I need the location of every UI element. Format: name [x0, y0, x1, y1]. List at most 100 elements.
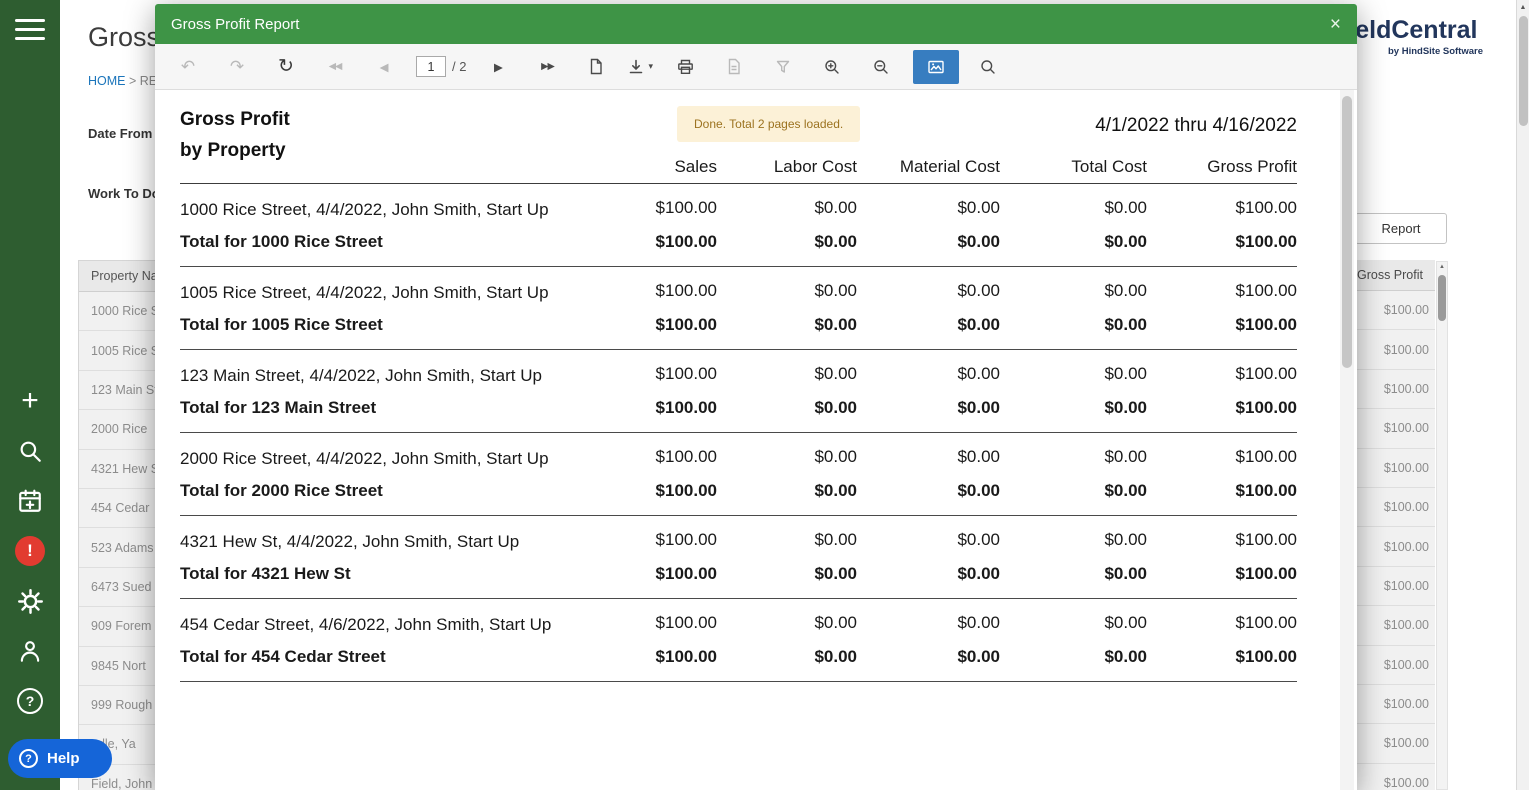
table-scrollbar[interactable]: ▲ — [1436, 261, 1448, 790]
report-detail-value: $0.00 — [957, 530, 1000, 549]
report-detail-value: $100.00 — [1235, 447, 1297, 466]
add-button[interactable]: + — [15, 386, 45, 416]
report-detail-value: $100.00 — [1235, 281, 1297, 300]
report-header: Gross Profit by Property Done. Total 2 p… — [180, 104, 1297, 184]
document-icon — [728, 58, 740, 75]
report-scrollbar[interactable] — [1340, 90, 1354, 790]
help-button-label: Help — [47, 750, 80, 767]
report-total-value: $0.00 — [1104, 647, 1147, 666]
report-total-value: $0.00 — [1104, 481, 1147, 500]
report-total-label: Total for 123 Main Street — [180, 398, 377, 417]
search-button[interactable] — [971, 50, 1005, 84]
search-button-sidebar[interactable] — [15, 436, 45, 466]
report-toolbar: ↶ ↷ ↻ ◀◀ ◀ / 2 ▶ ▶▶ ▾ — [155, 44, 1357, 90]
report-detail-row: 2000 Rice Street, 4/4/2022, John Smith, … — [180, 433, 1297, 470]
report-scrollbar-thumb[interactable] — [1342, 96, 1352, 368]
report-detail-label: 1000 Rice Street, 4/4/2022, John Smith, … — [180, 200, 549, 219]
menu-icon[interactable] — [15, 19, 45, 40]
report-detail-value: $0.00 — [814, 281, 857, 300]
gross-profit-column-header: Gross Profit — [1355, 260, 1435, 291]
page-scroll-up-icon[interactable]: ▲ — [1517, 4, 1529, 11]
settings-button[interactable] — [15, 586, 45, 616]
filter-button[interactable] — [766, 50, 800, 84]
report-detail-label: 4321 Hew St, 4/4/2022, John Smith, Start… — [180, 532, 520, 551]
help-button[interactable]: ? Help — [8, 739, 112, 778]
close-icon[interactable]: × — [1330, 15, 1341, 34]
undo-icon[interactable]: ↶ — [171, 50, 205, 84]
report-detail-label: 454 Cedar Street, 4/6/2022, John Smith, … — [180, 615, 552, 634]
last-page-icon[interactable]: ▶▶ — [530, 50, 564, 84]
page-scrollbar[interactable]: ▲ — [1516, 0, 1529, 790]
gross-profit-cell: $100.00 — [1355, 566, 1435, 607]
report-total-row: Total for 1000 Rice Street $100.00 $0.00 $0… — [180, 232, 1297, 267]
report-total-value: $100.00 — [1235, 232, 1297, 251]
report-total-value: $0.00 — [957, 232, 1000, 251]
report-total-value: $100.00 — [655, 315, 717, 334]
report-total-value: $0.00 — [957, 315, 1000, 334]
report-column-header: Total Cost — [1071, 157, 1147, 176]
report-detail-row: 4321 Hew St, 4/4/2022, John Smith, Start… — [180, 516, 1297, 553]
page-scrollbar-thumb[interactable] — [1519, 16, 1528, 126]
report-viewer: Gross Profit by Property Done. Total 2 p… — [155, 90, 1357, 790]
report-total-value: $0.00 — [814, 232, 857, 251]
help-circle-button[interactable]: ? — [15, 686, 45, 716]
report-total-value: $100.00 — [1235, 481, 1297, 500]
help-question-icon: ? — [19, 749, 38, 768]
gross-profit-cell: $100.00 — [1355, 369, 1435, 410]
gross-profit-column: Gross Profit $100.00 $100.00 $100.00 $100.0… — [1355, 260, 1435, 790]
report-detail-label: 2000 Rice Street, 4/4/2022, John Smith, … — [180, 449, 549, 468]
report-column-header: Gross Profit — [1207, 157, 1297, 176]
report-detail-value: $100.00 — [655, 447, 717, 466]
zoom-in-button[interactable] — [815, 50, 849, 84]
alerts-button[interactable]: ! — [15, 536, 45, 566]
schedule-add-button[interactable] — [15, 486, 45, 516]
report-detail-value: $0.00 — [1104, 198, 1147, 217]
gross-profit-cell: $100.00 — [1355, 763, 1435, 790]
sidebar: + ! ? — [0, 0, 60, 790]
account-button[interactable] — [15, 636, 45, 666]
report-date-range: 4/1/2022 thru 4/16/2022 — [1095, 115, 1297, 136]
gross-profit-cell: $100.00 — [1355, 291, 1435, 331]
gear-icon — [17, 588, 43, 614]
redo-icon[interactable]: ↷ — [220, 50, 254, 84]
page-layout-button[interactable] — [913, 49, 959, 84]
print-button[interactable] — [668, 50, 702, 84]
next-page-icon[interactable]: ▶ — [481, 50, 515, 84]
report-total-value: $100.00 — [655, 398, 717, 417]
report-total-label: Total for 2000 Rice Street — [180, 481, 383, 500]
gross-profit-cell: $100.00 — [1355, 330, 1435, 370]
zoom-out-button[interactable] — [864, 50, 898, 84]
report-total-value: $0.00 — [814, 564, 857, 583]
download-button[interactable]: ▾ — [628, 59, 653, 75]
report-total-label: Total for 1005 Rice Street — [180, 315, 383, 334]
report-detail-value: $100.00 — [1235, 364, 1297, 383]
report-detail-value: $0.00 — [957, 613, 1000, 632]
page-number-input[interactable] — [416, 56, 446, 77]
date-from-label: Date From — [88, 126, 153, 141]
download-options-caret-icon: ▾ — [648, 61, 653, 71]
report-detail-value: $0.00 — [957, 281, 1000, 300]
gross-profit-cell: $100.00 — [1355, 448, 1435, 488]
refresh-icon[interactable]: ↻ — [269, 50, 303, 84]
report-button[interactable]: Report — [1355, 213, 1447, 244]
report-total-value: $100.00 — [1235, 398, 1297, 417]
table-scrollbar-thumb[interactable] — [1438, 275, 1446, 321]
table-scroll-up-icon[interactable]: ▲ — [1437, 264, 1447, 270]
report-detail-value: $0.00 — [1104, 281, 1147, 300]
report-total-value: $100.00 — [655, 232, 717, 251]
export-document-button[interactable] — [717, 50, 751, 84]
report-detail-row: 1005 Rice Street, 4/4/2022, John Smith, … — [180, 267, 1297, 304]
report-total-value: $100.00 — [655, 564, 717, 583]
previous-page-icon[interactable]: ◀ — [367, 50, 401, 84]
first-page-icon[interactable]: ◀◀ — [318, 50, 352, 84]
breadcrumb-separator: > — [128, 74, 137, 88]
report-detail-value: $100.00 — [655, 364, 717, 383]
report-total-value: $0.00 — [814, 398, 857, 417]
report-total-value: $0.00 — [1104, 232, 1147, 251]
breadcrumb-home-link[interactable]: HOME — [88, 74, 126, 88]
report-detail-value: $0.00 — [814, 447, 857, 466]
single-page-view-button[interactable] — [579, 50, 613, 84]
gross-profit-cell: $100.00 — [1355, 487, 1435, 528]
question-icon: ? — [17, 688, 43, 714]
report-total-label: Total for 454 Cedar Street — [180, 647, 386, 666]
